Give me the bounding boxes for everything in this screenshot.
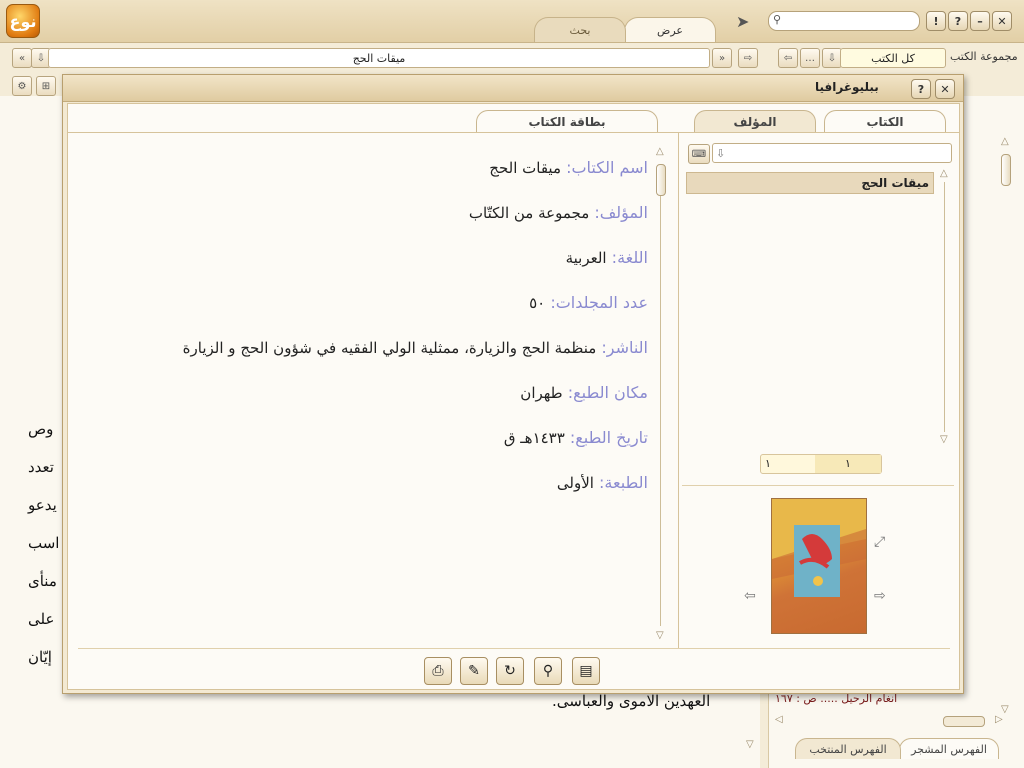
tab-selected-index[interactable]: الفهرس المنتخب xyxy=(795,738,901,759)
text-fragment: على xyxy=(28,610,55,628)
card-label: اسم الكتاب xyxy=(571,158,648,177)
text-fragment: إيّان xyxy=(28,648,52,666)
card-label: تاريخ الطبع xyxy=(575,428,648,447)
card-scrollbar[interactable]: △ ▽ xyxy=(656,146,666,642)
pager[interactable]: ١ ١ xyxy=(760,454,882,474)
card-row-title: اسم الكتاب: ميقات الحج xyxy=(489,158,648,177)
dialog-title-bar: ببليوغرافيا ? ✕ xyxy=(63,75,963,102)
list-scrollbar[interactable]: △ ▽ xyxy=(940,168,950,446)
prev-image-icon[interactable]: ⇦ xyxy=(744,588,756,604)
card-label: المؤلف xyxy=(599,203,648,222)
card-value: ١٤٣٣هـ ق xyxy=(503,429,565,447)
back-arrow-icon[interactable]: ⇦ xyxy=(778,48,798,68)
card-label: مكان الطبع xyxy=(573,383,648,402)
book-title-field[interactable]: ميقات الحج xyxy=(48,48,710,68)
help-button[interactable]: ? xyxy=(948,11,968,31)
card-row-author: المؤلف: مجموعة من الكتّاب xyxy=(468,203,648,222)
text-fragment: تعدد xyxy=(28,458,54,476)
card-value: طهران xyxy=(520,384,563,402)
forward-arrow-icon[interactable]: ⇨ xyxy=(738,48,758,68)
card-row-volumes: عدد المجلدات: ٥٠ xyxy=(529,293,648,312)
document-icon[interactable]: ▤ xyxy=(572,657,600,685)
text-fragment: اسب xyxy=(28,534,60,552)
card-value: مجموعة من الكتّاب xyxy=(468,204,590,222)
pane-divider xyxy=(678,132,679,648)
card-row-language: اللغة: العربية xyxy=(565,248,648,267)
card-value: ميقات الحج xyxy=(489,159,561,177)
tab-view[interactable]: عرض xyxy=(624,17,716,42)
search-icon: ⚲ xyxy=(773,13,782,26)
book-cover-image xyxy=(771,498,867,634)
tab-divider xyxy=(68,132,959,133)
card-row-date: تاريخ الطبع: ١٤٣٣هـ ق xyxy=(503,428,648,447)
cover-art-icon xyxy=(772,499,866,597)
card-label: عدد المجلدات xyxy=(555,293,648,312)
keyboard-icon[interactable]: ⌨ xyxy=(688,144,710,164)
text-fragment: منأى xyxy=(28,572,57,590)
search-icon[interactable]: ⚲ xyxy=(534,657,562,685)
list-item[interactable]: ميقات الحج xyxy=(686,172,934,194)
minimize-button[interactable]: – xyxy=(970,11,990,31)
card-row-edition: الطبعة: الأولى xyxy=(556,473,648,492)
text-fragment: يدعو xyxy=(28,496,57,514)
text-fragment: وص xyxy=(28,420,54,438)
cursor-icon: ➤ xyxy=(736,12,750,31)
tab-book-card[interactable]: بطاقة الكتاب xyxy=(476,110,658,133)
alert-button[interactable]: ! xyxy=(926,11,946,31)
card-label: اللغة xyxy=(617,248,648,267)
print-icon[interactable]: ⎙ xyxy=(424,657,452,685)
card-row-publisher: الناشر: منظمة الحج والزيارة، ممثلية الول… xyxy=(182,338,648,357)
search-input[interactable]: ⚲ xyxy=(768,11,920,31)
nav-prev-double-icon[interactable]: « xyxy=(12,48,32,68)
book-card: اسم الكتاب: ميقات الحج المؤلف: مجموعة من… xyxy=(68,148,648,508)
title-bar: نوع عرض بحث ➤ ⚲ ! ? – ✕ xyxy=(0,0,1024,43)
books-dropdown-icon[interactable]: ⇩ xyxy=(822,48,842,68)
card-value: ٥٠ xyxy=(529,294,546,312)
nav-next-double-icon[interactable]: » xyxy=(712,48,732,68)
card-label: الناشر xyxy=(606,338,648,357)
expand-icon[interactable]: ⤢ xyxy=(874,534,885,550)
card-row-place: مكان الطبع: طهران xyxy=(520,383,648,402)
down-arrow-icon: ⇩ xyxy=(716,146,726,160)
wrench-icon[interactable]: ⚙ xyxy=(12,76,32,96)
bibliography-dialog: ببليوغرافيا ? ✕ الكتاب المؤلف بطاقة الكت… xyxy=(62,74,964,694)
edit-icon[interactable]: ✎ xyxy=(460,657,488,685)
next-image-icon[interactable]: ⇨ xyxy=(874,588,886,604)
horizontal-scrollbar[interactable]: ◁ ▷ xyxy=(775,714,1005,728)
page-total: ١ xyxy=(765,457,771,470)
app-logo[interactable]: نوع xyxy=(6,4,40,38)
refresh-icon[interactable]: ↻ xyxy=(496,657,524,685)
books-group-label: مجموعة الكتب xyxy=(950,50,1018,63)
tab-author[interactable]: المؤلف xyxy=(694,110,816,133)
vertical-scrollbar[interactable]: △ ▽ xyxy=(1001,136,1011,716)
more-icon[interactable]: … xyxy=(800,48,820,68)
book-filter-input[interactable]: ⇩ xyxy=(712,143,952,163)
tab-tree-index[interactable]: الفهرس المشجر xyxy=(899,738,999,759)
dialog-help-button[interactable]: ? xyxy=(911,79,931,99)
card-value: العربية xyxy=(565,249,607,267)
scroll-down-arrow[interactable]: ▽ xyxy=(746,736,754,750)
card-value: الأولى xyxy=(556,474,594,492)
text-line: العهدين الاموى والعباسى. xyxy=(552,692,711,710)
layout-icon[interactable]: ⊞ xyxy=(36,76,56,96)
card-value: منظمة الحج والزيارة، ممثلية الولي الفقيه… xyxy=(182,339,597,357)
tab-book[interactable]: الكتاب xyxy=(824,110,946,133)
tab-search[interactable]: بحث xyxy=(534,17,626,42)
dialog-close-button[interactable]: ✕ xyxy=(935,79,955,99)
bottom-divider xyxy=(78,648,950,649)
books-group-select[interactable]: كل الكتب xyxy=(840,48,946,68)
list-divider xyxy=(682,485,954,486)
page-current: ١ xyxy=(845,457,851,470)
card-label: الطبعة xyxy=(604,473,648,492)
dialog-title: ببليوغرافيا xyxy=(815,80,879,94)
close-button[interactable]: ✕ xyxy=(992,11,1012,31)
